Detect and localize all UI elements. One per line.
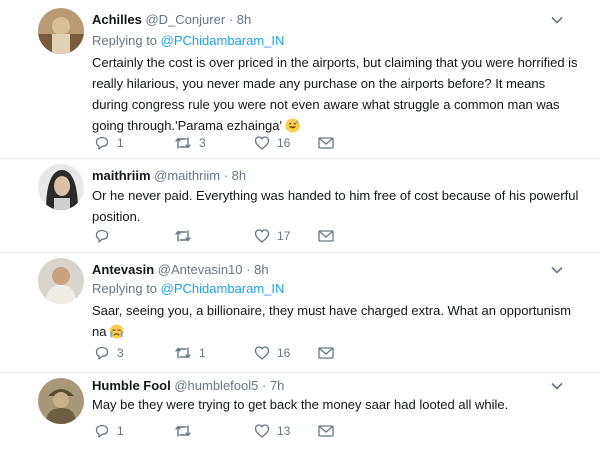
like-count: 16 bbox=[277, 136, 291, 150]
tweet-header: Achilles @D_Conjurer · 8h bbox=[92, 12, 252, 27]
chevron-down-icon[interactable] bbox=[549, 262, 565, 278]
heart-icon bbox=[254, 136, 270, 150]
tweet-text: Saar, seeing you, a billionaire, they mu… bbox=[92, 303, 572, 339]
reply-count: 1 bbox=[117, 424, 124, 438]
tweet[interactable]: Achilles @D_Conjurer · 8h Replying to @P… bbox=[0, 0, 600, 159]
dm-button[interactable] bbox=[318, 134, 334, 152]
avatar[interactable] bbox=[38, 378, 84, 424]
reply-count: 1 bbox=[117, 136, 124, 150]
retweet-button[interactable]: 1 bbox=[174, 344, 206, 362]
envelope-icon bbox=[318, 347, 334, 359]
reply-count: 3 bbox=[117, 346, 124, 360]
retweet-count: 1 bbox=[199, 346, 206, 360]
display-name[interactable]: Humble Fool bbox=[92, 378, 171, 393]
like-button[interactable]: 13 bbox=[254, 422, 290, 440]
heart-icon bbox=[254, 229, 270, 243]
avatar[interactable] bbox=[38, 164, 84, 210]
retweet-icon bbox=[175, 137, 191, 149]
user-handle[interactable]: @maithriim bbox=[154, 168, 220, 183]
retweet-icon bbox=[175, 425, 191, 437]
tweet-text: Certainly the cost is over priced in the… bbox=[92, 55, 578, 133]
heart-icon bbox=[254, 346, 270, 360]
reply-icon bbox=[95, 346, 109, 360]
retweet-button[interactable]: 3 bbox=[174, 134, 206, 152]
user-handle[interactable]: @humblefool5 bbox=[174, 378, 258, 393]
tweet-actions: 17 bbox=[94, 227, 354, 245]
tweet[interactable]: Humble Fool @humblefool5 · 7h May be the… bbox=[0, 372, 600, 450]
retweet-button[interactable] bbox=[174, 227, 199, 245]
crying-face-emoji bbox=[109, 324, 124, 339]
like-count: 17 bbox=[277, 229, 291, 243]
envelope-icon bbox=[318, 137, 334, 149]
avatar[interactable] bbox=[38, 258, 84, 304]
like-count: 13 bbox=[277, 424, 291, 438]
tweet-text: May be they were trying to get back the … bbox=[92, 397, 509, 412]
timestamp[interactable]: 7h bbox=[270, 378, 284, 393]
timestamp[interactable]: 8h bbox=[232, 168, 246, 183]
chevron-down-icon[interactable] bbox=[549, 12, 565, 28]
like-button[interactable]: 16 bbox=[254, 344, 290, 362]
tweet-actions: 1 3 16 bbox=[94, 134, 354, 152]
user-handle[interactable]: @Antevasin10 bbox=[158, 262, 243, 277]
retweet-icon bbox=[175, 347, 191, 359]
display-name[interactable]: maithriim bbox=[92, 168, 151, 183]
display-name[interactable]: Antevasin bbox=[92, 262, 154, 277]
replying-to: Replying to @PChidambaram_IN bbox=[92, 281, 285, 296]
dm-button[interactable] bbox=[318, 422, 334, 440]
reply-icon bbox=[95, 229, 109, 243]
dm-button[interactable] bbox=[318, 344, 334, 362]
user-handle[interactable]: @D_Conjurer bbox=[145, 12, 225, 27]
chevron-down-icon[interactable] bbox=[549, 378, 565, 394]
grinning-sweat-emoji bbox=[285, 118, 300, 133]
tweet[interactable]: maithriim @maithriim · 8h Or he never pa… bbox=[0, 158, 600, 253]
dm-button[interactable] bbox=[318, 227, 334, 245]
replying-to: Replying to @PChidambaram_IN bbox=[92, 33, 285, 48]
like-button[interactable]: 16 bbox=[254, 134, 290, 152]
reply-button[interactable]: 1 bbox=[94, 134, 124, 152]
reply-button[interactable]: 1 bbox=[94, 422, 124, 440]
heart-icon bbox=[254, 424, 270, 438]
tweet-header: Antevasin @Antevasin10 · 8h bbox=[92, 262, 269, 277]
tweet-actions: 1 13 bbox=[94, 422, 354, 440]
reply-button[interactable]: 3 bbox=[94, 344, 124, 362]
like-button[interactable]: 17 bbox=[254, 227, 290, 245]
tweet[interactable]: Antevasin @Antevasin10 · 8h Replying to … bbox=[0, 252, 600, 373]
tweet-text: Or he never paid. Everything was handed … bbox=[92, 188, 579, 224]
reply-button[interactable] bbox=[94, 227, 117, 245]
mention-link[interactable]: @PChidambaram_IN bbox=[161, 33, 285, 48]
retweet-icon bbox=[175, 230, 191, 242]
reply-icon bbox=[95, 424, 109, 438]
reply-icon bbox=[95, 136, 109, 150]
tweet-actions: 3 1 16 bbox=[94, 344, 354, 362]
tweet-header: Humble Fool @humblefool5 · 7h bbox=[92, 378, 285, 393]
retweet-count: 3 bbox=[199, 136, 206, 150]
envelope-icon bbox=[318, 230, 334, 242]
avatar[interactable] bbox=[38, 8, 84, 54]
tweet-header: maithriim @maithriim · 8h bbox=[92, 168, 247, 183]
retweet-button[interactable] bbox=[174, 422, 199, 440]
mention-link[interactable]: @PChidambaram_IN bbox=[161, 281, 285, 296]
envelope-icon bbox=[318, 425, 334, 437]
timestamp[interactable]: 8h bbox=[237, 12, 251, 27]
timestamp[interactable]: 8h bbox=[254, 262, 268, 277]
display-name[interactable]: Achilles bbox=[92, 12, 142, 27]
like-count: 16 bbox=[277, 346, 291, 360]
